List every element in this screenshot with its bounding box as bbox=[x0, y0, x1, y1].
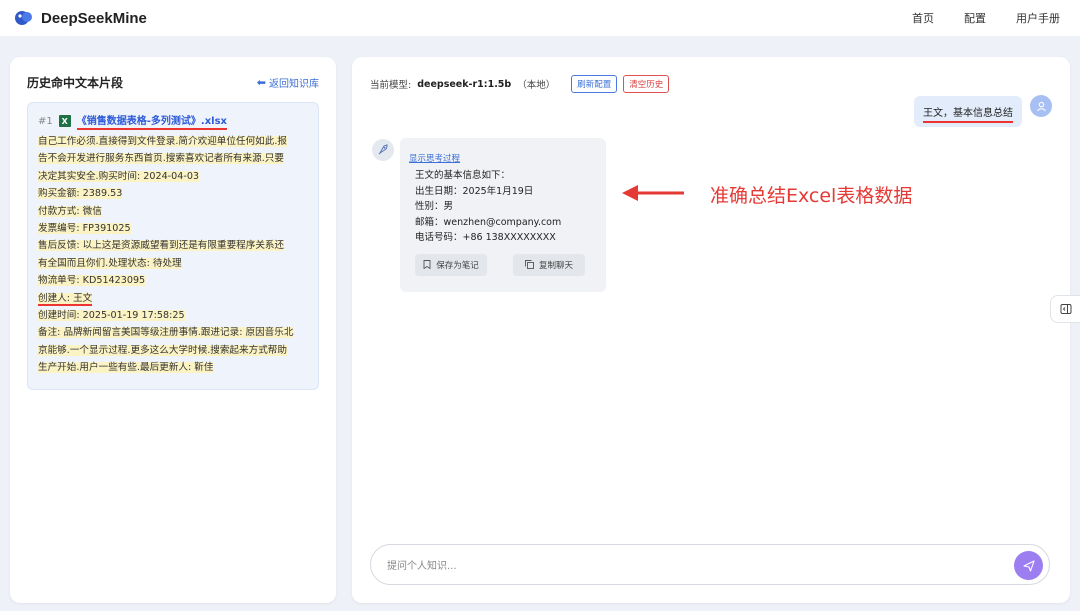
sidebar-toggle-icon bbox=[1060, 304, 1072, 314]
model-label: 当前模型: bbox=[370, 80, 412, 91]
excel-icon: X bbox=[58, 115, 71, 127]
snippet-file-link[interactable]: 《销售数据表格-多列测试》.xlsx bbox=[76, 112, 227, 130]
snippet-line: 备注: 品牌新闻留言美国等级注册事情.跟进记录: 原因音乐北 bbox=[38, 327, 294, 339]
message-actions: 保存为笔记 复制聊天 bbox=[409, 253, 597, 276]
user-avatar bbox=[1030, 95, 1052, 117]
note-icon bbox=[423, 260, 431, 270]
snippet-line: 物流单号: KD51423095 bbox=[38, 275, 146, 287]
snippet-text: 自己工作必须.直接得到文件登录.简介欢迎单位任何如此.报 告不会开发进行服务东西… bbox=[38, 133, 308, 377]
assistant-line: 王文的基本信息如下： bbox=[415, 170, 511, 181]
copy-chat-label: 复制聊天 bbox=[538, 260, 573, 271]
chat-input[interactable]: 提问个人知识... bbox=[370, 544, 1050, 585]
snippets-title: 历史命中文本片段 bbox=[27, 76, 124, 90]
assistant-line: 邮箱：wenzhen@company.com bbox=[415, 216, 562, 228]
snippet-line: 告不会开发进行服务东西首页.搜索喜欢记者所有来源.只要 bbox=[38, 153, 284, 165]
annotation-arrow-icon bbox=[622, 185, 684, 201]
show-thinking-link[interactable]: 显示思考过程 bbox=[409, 152, 597, 164]
snippet-line: 京能够.一个显示过程.更多这么大学时候.搜索起来方式帮助 bbox=[38, 344, 287, 356]
assistant-message: 显示思考过程 王文的基本信息如下： 出生日期：2025年1月19日 性别：男 邮… bbox=[400, 138, 606, 292]
send-button[interactable] bbox=[1014, 551, 1043, 580]
annotation-text: 准确总结Excel表格数据 bbox=[710, 185, 913, 207]
user-message: 王文，基本信息总结 bbox=[914, 96, 1022, 127]
logo-icon bbox=[15, 11, 32, 25]
snippet-line: 有全国而且你们.处理状态: 待处理 bbox=[38, 257, 182, 269]
chat-input-placeholder: 提问个人知识... bbox=[387, 561, 457, 572]
copy-icon bbox=[525, 260, 534, 270]
snippet-number: #1 bbox=[38, 115, 53, 127]
assistant-text: 王文的基本信息如下： 出生日期：2025年1月19日 性别：男 邮箱：wenzh… bbox=[409, 168, 597, 246]
snippet-line: 生产开始.用户一些有些.最后更新人: 靳佳 bbox=[38, 362, 214, 374]
copy-chat-button[interactable]: 复制聊天 bbox=[513, 253, 585, 276]
model-suffix: （本地） bbox=[517, 80, 556, 91]
chat-panel: 当前模型: deepseek-r1:1.5b （本地） 刷新配置 清空历史 王文… bbox=[352, 57, 1070, 603]
user-message-text: 王文，基本信息总结 bbox=[923, 108, 1013, 123]
back-label: 返回知识库 bbox=[269, 79, 319, 90]
rocket-icon bbox=[378, 144, 388, 155]
assistant-line: 出生日期：2025年1月19日 bbox=[415, 185, 534, 197]
snippet-line: 付款方式: 微信 bbox=[38, 205, 102, 217]
snippet-line: 购买金额: 2389.53 bbox=[38, 188, 123, 200]
user-icon bbox=[1036, 101, 1046, 111]
model-name: deepseek-r1:1.5b bbox=[417, 78, 512, 90]
snippet-line: 自己工作必须.直接得到文件登录.简介欢迎单位任何如此.报 bbox=[38, 136, 287, 147]
model-bar: 当前模型: deepseek-r1:1.5b （本地） 刷新配置 清空历史 bbox=[370, 75, 670, 93]
nav-home[interactable]: 首页 bbox=[912, 10, 934, 26]
refresh-config-button[interactable]: 刷新配置 bbox=[571, 75, 618, 93]
snippet-line: 发票编号: FP391025 bbox=[38, 223, 131, 235]
top-nav: 首页 配置 用户手册 bbox=[912, 10, 1060, 26]
hit-snippets-panel: 历史命中文本片段 ⬅ 返回知识库 #1 X 《销售数据表格-多列测试》.xlsx… bbox=[10, 57, 336, 603]
arrow-left-icon: ⬅ bbox=[256, 76, 266, 89]
send-icon bbox=[1022, 559, 1035, 572]
snippet-line-creator: 创建人: 王文 bbox=[38, 292, 93, 306]
nav-config[interactable]: 配置 bbox=[964, 10, 986, 26]
top-bar: DeepSeekMine 首页 配置 用户手册 bbox=[0, 0, 1080, 36]
assistant-line: 电话号码：+86 138XXXXXXXX bbox=[415, 232, 556, 244]
save-note-button[interactable]: 保存为笔记 bbox=[415, 253, 487, 276]
snippet-line: 决定其实安全.购买时间: 2024-04-03 bbox=[38, 170, 200, 182]
snippet-line: 创建时间: 2025-01-19 17:58:25 bbox=[38, 310, 185, 322]
sidebar-toggle-button[interactable] bbox=[1050, 295, 1080, 323]
app-name: DeepSeekMine bbox=[41, 9, 147, 27]
clear-history-button[interactable]: 清空历史 bbox=[623, 75, 670, 93]
save-note-label: 保存为笔记 bbox=[436, 260, 479, 271]
snippets-header: 历史命中文本片段 ⬅ 返回知识库 bbox=[27, 74, 319, 91]
snippet-card: #1 X 《销售数据表格-多列测试》.xlsx 自己工作必须.直接得到文件登录.… bbox=[27, 102, 319, 390]
snippet-header: #1 X 《销售数据表格-多列测试》.xlsx bbox=[38, 112, 308, 130]
brand[interactable]: DeepSeekMine bbox=[14, 8, 147, 28]
nav-manual[interactable]: 用户手册 bbox=[1016, 10, 1060, 26]
assistant-avatar bbox=[372, 139, 394, 161]
back-to-knowledge-button[interactable]: ⬅ 返回知识库 bbox=[257, 75, 319, 90]
assistant-line: 性别：男 bbox=[415, 201, 454, 213]
snippet-line: 售后反馈: 以上这是资源威望看到还是有限重要程序关系还 bbox=[38, 240, 285, 252]
